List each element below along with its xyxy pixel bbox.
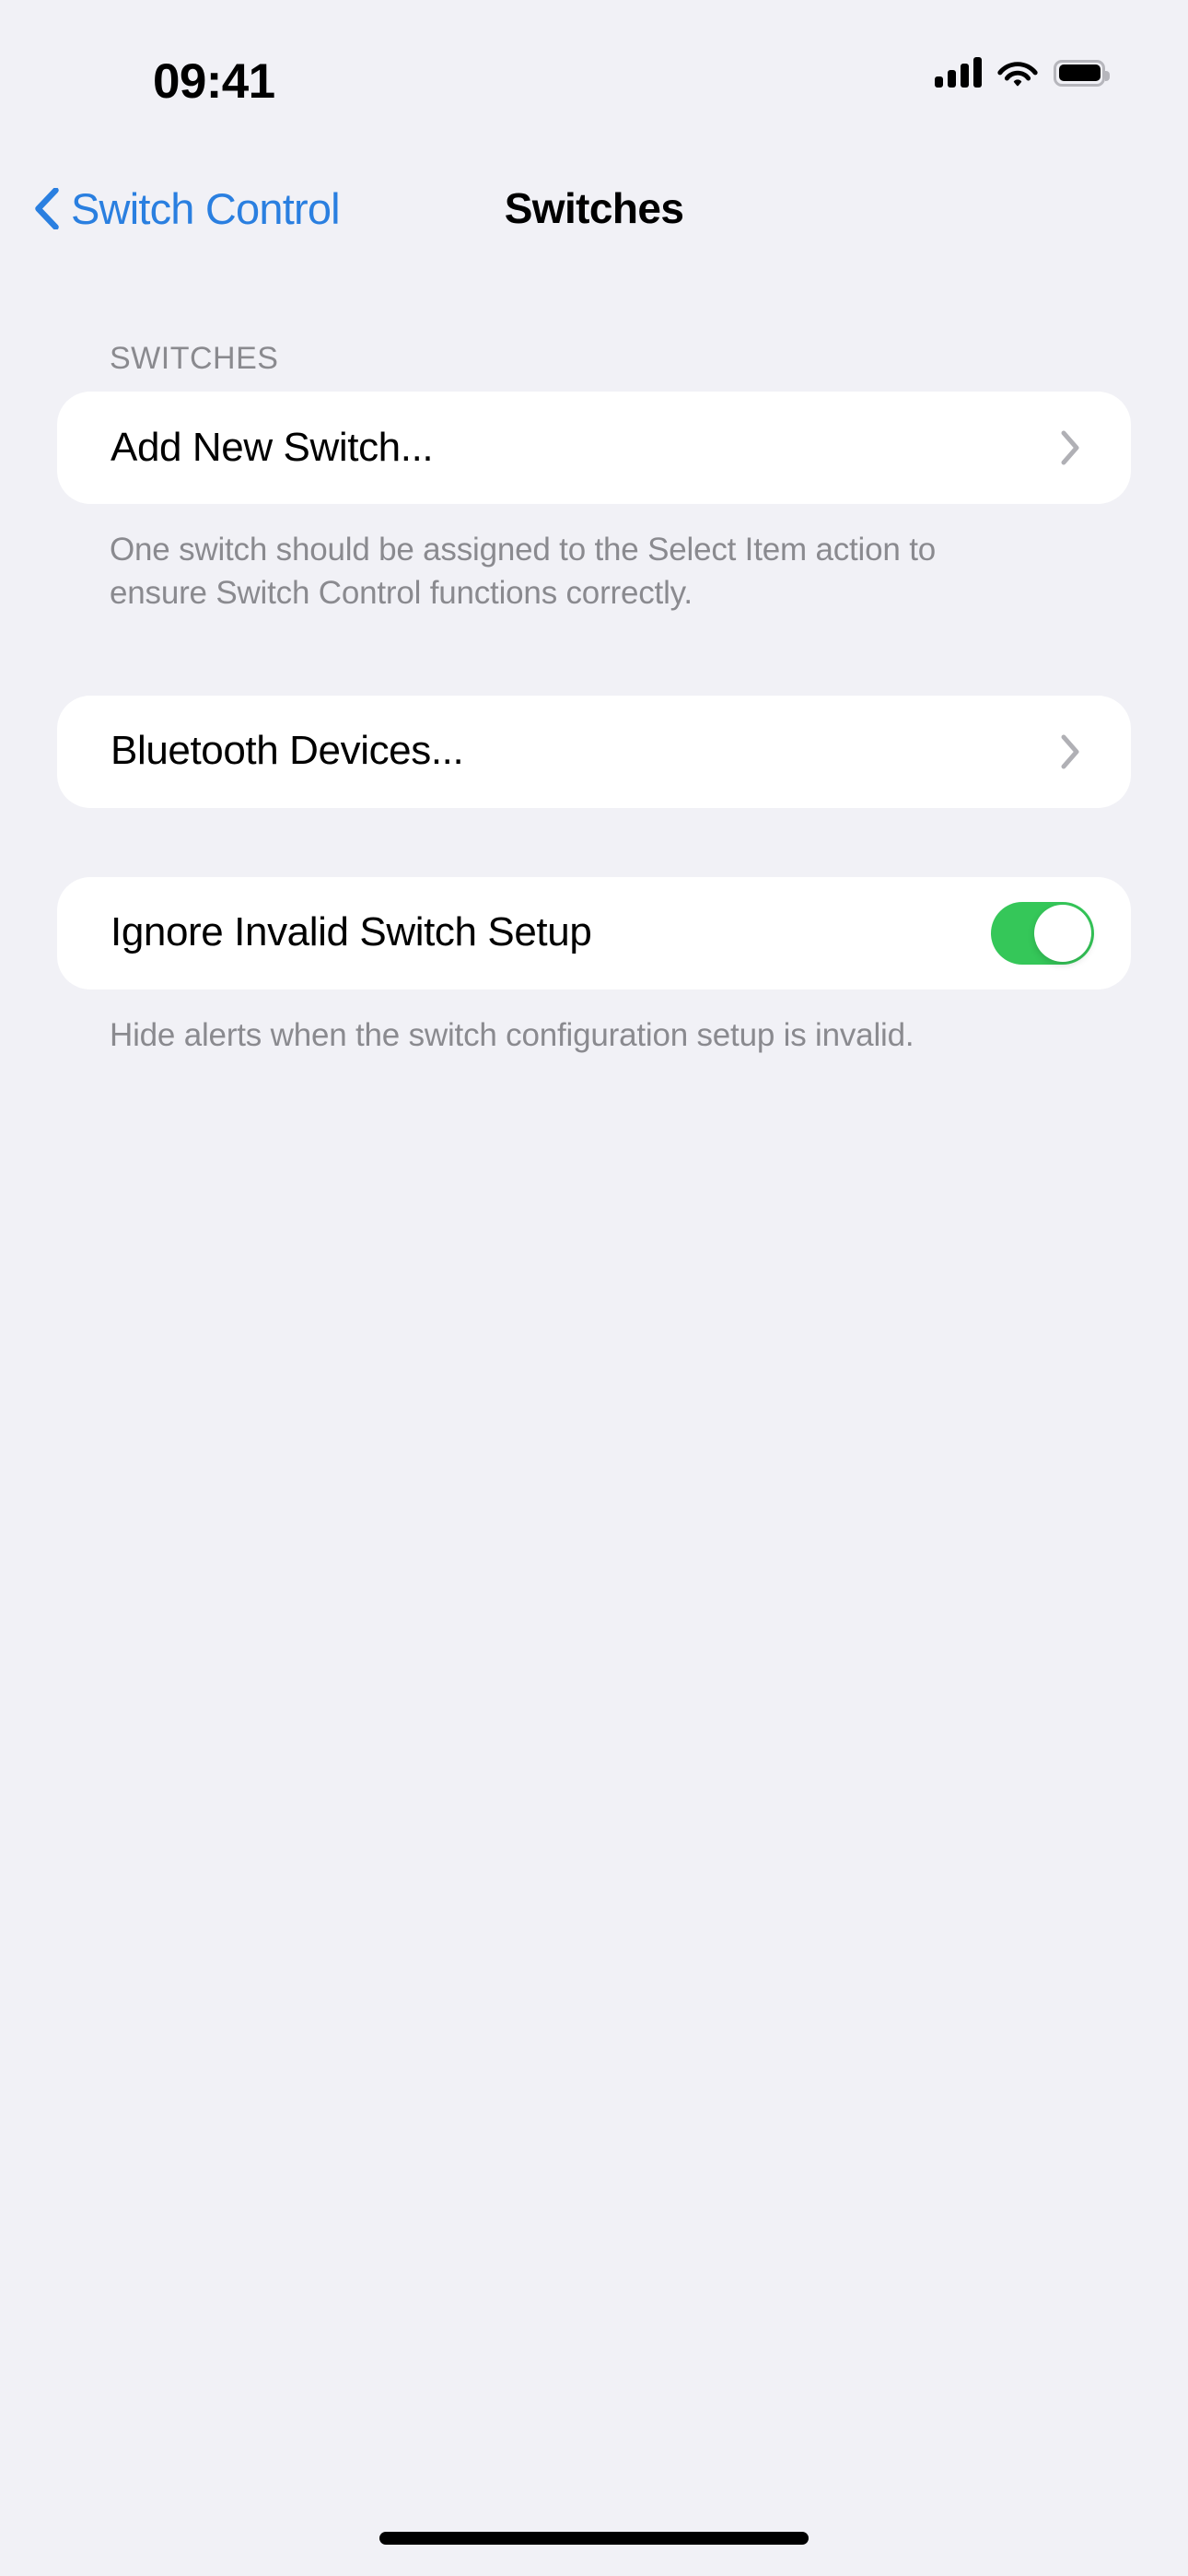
home-indicator bbox=[379, 2532, 809, 2545]
row-add-new-switch[interactable]: Add New Switch... bbox=[57, 392, 1131, 504]
cellular-signal-icon bbox=[935, 57, 982, 88]
row-ignore-invalid-switch-setup[interactable]: Ignore Invalid Switch Setup bbox=[57, 877, 1131, 989]
chevron-right-icon bbox=[1061, 430, 1079, 465]
card-bluetooth: Bluetooth Devices... bbox=[57, 695, 1131, 808]
battery-icon bbox=[1054, 59, 1110, 87]
back-button[interactable]: Switch Control bbox=[35, 166, 341, 251]
battery-cap bbox=[1105, 70, 1110, 81]
chevron-right-icon bbox=[1061, 734, 1079, 769]
card-switches: Add New Switch... bbox=[57, 392, 1131, 504]
battery-fill bbox=[1058, 64, 1101, 81]
navigation-bar: Switch Control Switches bbox=[0, 166, 1188, 251]
status-bar: 09:41 bbox=[0, 0, 1188, 138]
row-label: Ignore Invalid Switch Setup bbox=[111, 909, 592, 955]
status-bar-indicators bbox=[935, 53, 1110, 92]
chevron-left-icon bbox=[35, 187, 59, 229]
row-bluetooth-devices[interactable]: Bluetooth Devices... bbox=[57, 696, 1131, 808]
back-button-label: Switch Control bbox=[71, 183, 341, 233]
section-footer-switches: One switch should be assigned to the Sel… bbox=[110, 532, 936, 611]
toggle-ignore-invalid-switch-setup[interactable] bbox=[991, 901, 1094, 965]
toggle-knob bbox=[1034, 904, 1091, 962]
section-footer-ignore-invalid: Hide alerts when the switch configuratio… bbox=[110, 1016, 914, 1053]
row-label: Bluetooth Devices... bbox=[111, 728, 464, 774]
card-ignore-invalid-switch-setup: Ignore Invalid Switch Setup bbox=[57, 876, 1131, 989]
iphone-screen: 09:41 Switch Control Switches SWITCHES A… bbox=[0, 0, 1188, 2576]
section-header-switches: SWITCHES bbox=[110, 341, 279, 376]
row-label: Add New Switch... bbox=[111, 424, 434, 470]
wifi-icon bbox=[997, 62, 1038, 87]
settings-list: SWITCHES Add New Switch... One switch sh… bbox=[0, 251, 1188, 1058]
status-bar-time: 09:41 bbox=[153, 54, 275, 109]
